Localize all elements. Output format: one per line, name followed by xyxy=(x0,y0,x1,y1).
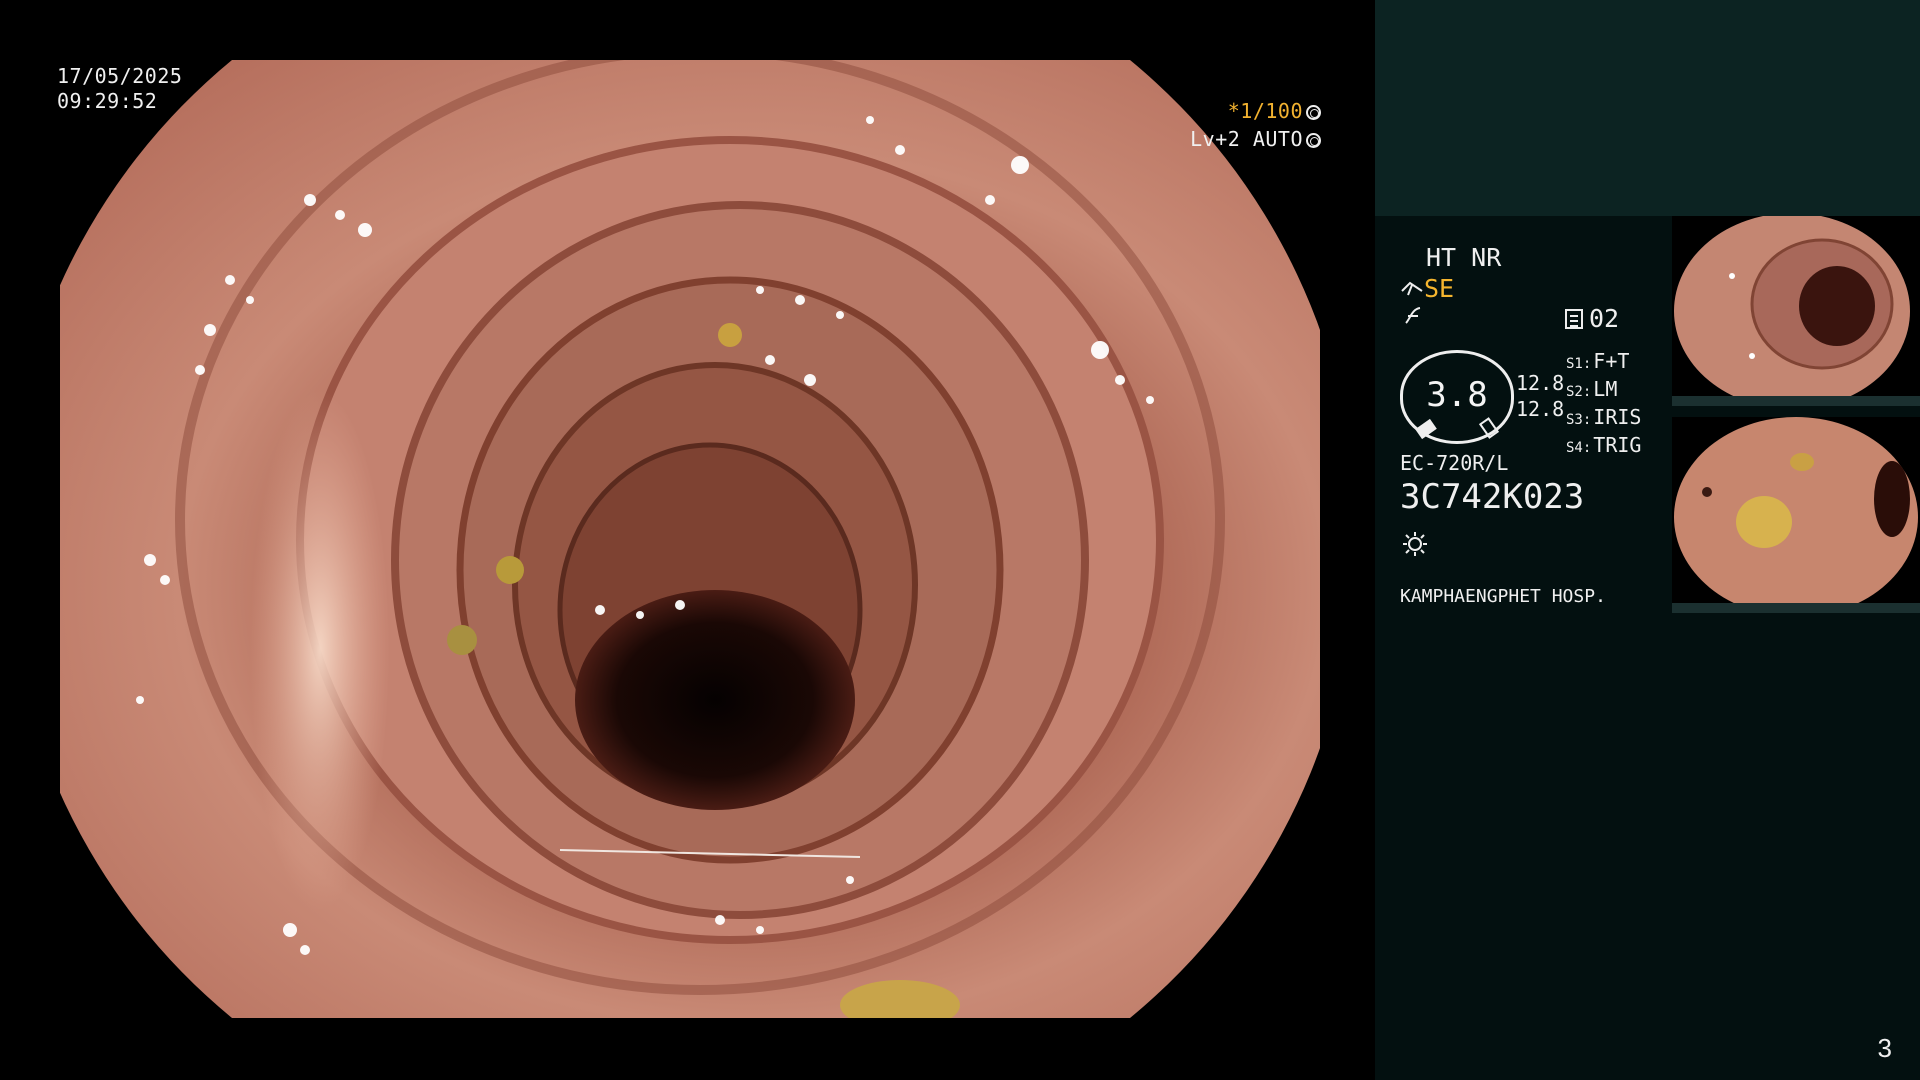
endoscope-view: 17/05/2025 09:29:52 *1/100 Lv+2 AUTO xyxy=(0,0,1373,1080)
hospital-name: KAMPHAENGPHET HOSP. xyxy=(1400,586,1606,607)
mode-text: AUTO xyxy=(1252,127,1303,151)
date-time-readout: 17/05/2025 09:29:52 xyxy=(57,64,182,114)
thumbnail-caption-strip xyxy=(1672,603,1920,613)
capture-thumbnail[interactable] xyxy=(1672,216,1920,406)
pressure-value-2: 12.8 xyxy=(1516,397,1565,421)
settings-item: S2: LM xyxy=(1566,377,1618,401)
mode-labels: HT NR xyxy=(1426,243,1502,272)
scope-serial: 3C742K023 xyxy=(1400,477,1585,517)
side-panel-header xyxy=(1375,0,1920,216)
settings-item: S4: TRIG xyxy=(1566,433,1642,457)
auto-iris-icon xyxy=(1306,133,1321,148)
settings-list: S1: F+T S2: LM S3: IRIS S4: TRIG xyxy=(1566,349,1641,461)
shutter-text: *1/100 xyxy=(1227,99,1303,123)
memory-slot: 02 xyxy=(1565,305,1619,333)
enhancement-row: SE xyxy=(1400,275,1454,303)
page-number: 3 xyxy=(1877,1033,1892,1063)
pressure-value-1: 12.8 xyxy=(1516,371,1565,395)
pressure-gauge: 3.8 xyxy=(1400,350,1514,444)
memory-icon xyxy=(1565,309,1583,329)
shutter-icon xyxy=(1306,105,1321,120)
shutter-readout: *1/100 xyxy=(1228,99,1321,124)
pressure-values: 12.8 12.8 xyxy=(1516,370,1564,422)
time-text: 09:29:52 xyxy=(57,89,158,113)
memory-text: 02 xyxy=(1589,304,1620,333)
scope-model: EC-720R/L xyxy=(1400,451,1509,475)
enhancement-text: SE xyxy=(1424,274,1455,303)
scope-curve-icon xyxy=(1401,281,1423,296)
light-icon xyxy=(1403,532,1427,556)
thumbnail-caption-strip xyxy=(1672,396,1920,406)
capture-thumbnail[interactable] xyxy=(1672,417,1920,613)
settings-item: S3: IRIS xyxy=(1566,405,1642,429)
settings-item: S1: F+T xyxy=(1566,349,1630,373)
colon-lumen-image xyxy=(60,60,1320,1018)
date-text: 17/05/2025 xyxy=(57,64,183,88)
level-text: Lv+2 xyxy=(1190,127,1241,151)
gauge-value: 3.8 xyxy=(1426,375,1488,415)
level-readout: Lv+2 AUTO xyxy=(1190,127,1321,152)
filter-icon xyxy=(1402,305,1424,333)
